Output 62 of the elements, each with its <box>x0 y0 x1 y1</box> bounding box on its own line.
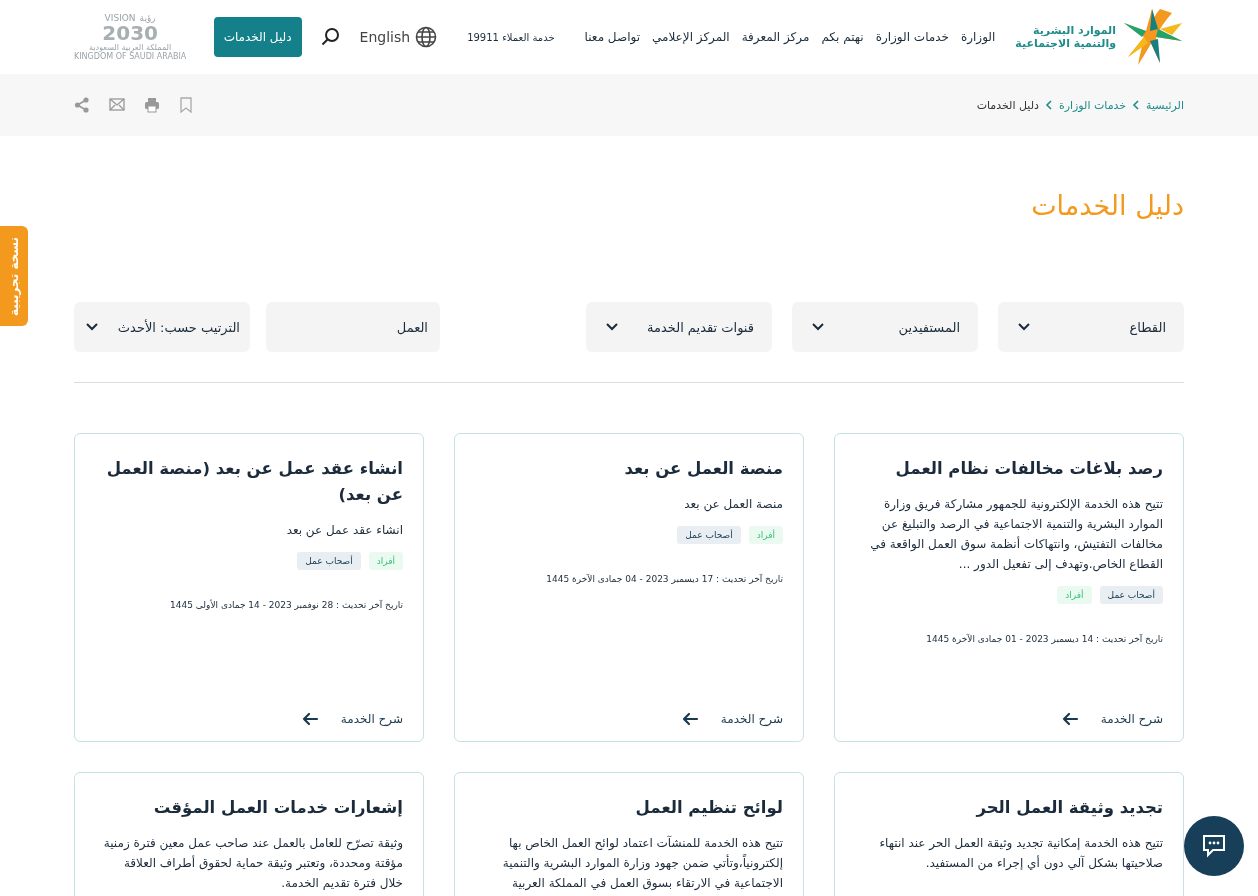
breadcrumb-link[interactable]: دليل الخدمات <box>976 98 1039 112</box>
card-description: تتيح هذه الخدمة للمنشآت اعتماد لوائح العمل الخاص بها إلكترونياً،وتأتي ضمن جهود وزارة الموارد البشرية والتنمية الاجتماعية في الارتقاء بسوق العمل في المملكة العربية <box>501 834 783 893</box>
card-title: لوائح تنظيم العمل <box>634 797 783 819</box>
vision-year: 2030 <box>102 22 158 43</box>
card-description: منصة العمل عن بعد <box>683 496 783 514</box>
audience-tag: أصحاب عمل <box>1099 586 1163 604</box>
chat-icon <box>1201 833 1227 859</box>
chat-button[interactable] <box>1184 816 1244 876</box>
arrow-left-icon <box>1061 711 1079 727</box>
card-description: وثيقة تصرّح للعامل بالعمل عند صاحب عمل معين فترة زمنية مؤقتة ومحددة، وتعتبر وثيقة حماية لحقوق أطراف العلاقة خلال فترة تقديم الخدمة. <box>102 835 403 892</box>
update-date: تاريخ آخر تحديث : 17 ديسمبر 2023 - 04 جمادى الآخرة 1445 <box>545 574 783 584</box>
globe-icon <box>415 26 438 48</box>
update-date: تاريخ آخر تحديث : 28 نوفمبر 2023 - 14 جمادى الأولى 1445 <box>169 600 403 610</box>
arrow-left-icon <box>681 711 699 727</box>
sort-dropdown[interactable]: الترتيب حسب: الأحدث <box>74 302 250 352</box>
filter-dropdown[interactable]: قنوات تقديم الخدمة <box>586 302 772 352</box>
card-description: تتيح هذه الخدمة الإلكترونية للجمهور مشاركة فريق وزارة الموارد البشرية والتنمية الاجتماعية في الرصد والتبليغ عن مخالفات التفتيش، وانتهاكات أنظمة سوق العمل الواقعة في القطاع الخاص.وتهدف إلى تفعيل الدور ... <box>869 496 1163 574</box>
card-description: تتيح هذه الخدمة إمكانية تجديد وثيقة العمل الحر عند انتهاء صلاحيتها بشكل آلي دون أي إجراء من المستفيد. <box>878 835 1163 873</box>
card-description: انشاء عقد عمل عن بعد <box>285 522 403 540</box>
logo-text: الموارد البشرية <box>1032 24 1116 37</box>
card-title: منصة العمل عن بعد <box>623 458 783 480</box>
nav-link[interactable]: خدمات الوزارة <box>875 30 949 44</box>
nav-link[interactable]: تواصل معنا <box>584 30 641 44</box>
vision-text: KINGDOM OF SAUDI ARABIA <box>74 51 187 61</box>
nav-link[interactable]: المركز الإعلامي <box>652 30 730 44</box>
audience-tag: أصحاب عمل <box>677 526 741 544</box>
search-icon[interactable] <box>319 27 342 47</box>
nav-link[interactable]: الوزارة <box>960 30 996 44</box>
audience-tag: أفراد <box>1057 586 1092 604</box>
card-title: إشعارات خدمات العمل المؤقت <box>152 797 403 819</box>
audience-tag: أفراد <box>748 526 783 544</box>
share-icon[interactable] <box>74 97 90 113</box>
arrow-left-icon <box>301 711 319 727</box>
services-guide-button[interactable]: دليل الخدمات <box>213 17 302 57</box>
chevron-icon <box>1132 100 1141 110</box>
customer-service-number: خدمة العملاء 19911 <box>467 31 555 43</box>
nav-link[interactable]: مركز المعرفة <box>741 30 810 44</box>
nav-link[interactable]: نهتم بكم <box>821 30 864 44</box>
filter-dropdown[interactable]: القطاع <box>998 302 1184 352</box>
audience-tag: أصحاب عمل <box>297 552 361 570</box>
vision-text: VISION <box>104 13 136 23</box>
card-title: انشاء عقد عمل عن بعد (منصة العمل عن بعد) <box>105 458 403 506</box>
breadcrumb-link[interactable]: خدمات الوزارة <box>1058 98 1127 112</box>
page-title: دليل الخدمات <box>1030 189 1184 223</box>
mail-icon[interactable] <box>109 97 125 113</box>
audience-tag: أفراد <box>368 552 403 570</box>
print-icon[interactable] <box>144 97 160 113</box>
vision-text: رؤية <box>139 13 156 23</box>
logo-text: والتنمية الاجتماعية <box>1015 37 1116 50</box>
vision-text: المملكة العربية السعودية <box>89 42 172 52</box>
filter-dropdown[interactable]: المستفيدين <box>792 302 978 352</box>
card-title: تجديد وثيقة العمل الحر <box>974 797 1163 819</box>
card-title: رصد بلاغات مخالفات نظام العمل <box>894 458 1163 480</box>
service-details-link[interactable]: شرح الخدمة <box>301 711 403 727</box>
bookmark-icon[interactable] <box>179 97 195 113</box>
service-details-link[interactable]: شرح الخدمة <box>681 711 783 727</box>
language-link[interactable]: English <box>359 26 438 48</box>
update-date: تاريخ آخر تحديث : 14 ديسمبر 2023 - 01 جمادى الآخرة 1445 <box>925 634 1163 644</box>
service-details-link[interactable]: شرح الخدمة <box>1061 711 1163 727</box>
search-field[interactable]: العمل <box>266 302 440 352</box>
breadcrumb-link[interactable]: الرئيسية <box>1146 98 1184 112</box>
chevron-icon <box>1044 100 1053 110</box>
